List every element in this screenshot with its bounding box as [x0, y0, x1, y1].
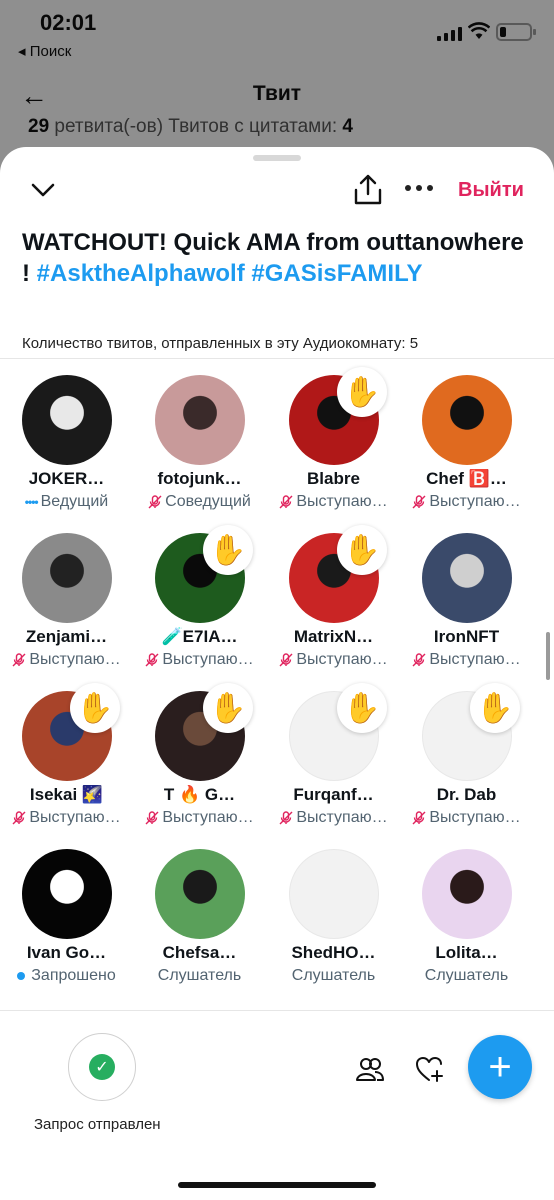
participant-card[interactable]: ✋ Blabre Выступаю…	[267, 367, 400, 525]
participant-card[interactable]: ✋ T 🔥 G… Выступаю…	[133, 683, 266, 841]
participant-card[interactable]: ✋ Dr. Dab Выступаю…	[400, 683, 533, 841]
participant-name: T 🔥 G…	[163, 785, 236, 804]
share-icon[interactable]	[352, 173, 384, 207]
participant-name: IronNFT	[433, 627, 500, 646]
leave-button[interactable]: Выйти	[458, 179, 524, 202]
participant-card[interactable]: ✋ Isekai 🌠 Выступаю…	[0, 683, 133, 841]
avatar[interactable]	[22, 849, 112, 939]
request-sent-button[interactable]: ✓	[68, 1033, 136, 1101]
avatar[interactable]	[22, 375, 112, 465]
participant-name: ShedHO…	[291, 943, 376, 962]
participant-role: •••• Ведущий	[24, 493, 109, 510]
participant-name: Zenjami…	[25, 627, 108, 646]
participant-role: Выступаю…	[0, 651, 133, 669]
space-sheet: Выйти WATCHOUT! Quick AMA from outtanowh…	[0, 147, 554, 1200]
participant-card[interactable]: ✋ Furqanf… Выступаю…	[267, 683, 400, 841]
participant-card[interactable]: IronNFT Выступаю…	[400, 533, 533, 683]
participant-card[interactable]: JOKER… •••• Ведущий	[0, 375, 133, 525]
participant-name: Dr. Dab	[436, 785, 497, 804]
muted-mic-icon	[279, 811, 293, 825]
muted-mic-icon	[12, 653, 26, 667]
requested-dot-icon	[17, 972, 26, 980]
more-options-icon[interactable]	[405, 185, 433, 191]
hashtag-link[interactable]: #AsktheAlphawolf	[37, 260, 245, 287]
people-icon[interactable]	[355, 1055, 385, 1083]
checkmark-icon: ✓	[89, 1054, 115, 1080]
participant-card[interactable]: ShedHO… Слушатель	[267, 849, 400, 999]
raised-hand-icon: ✋	[470, 683, 520, 733]
muted-mic-icon	[412, 495, 426, 509]
participant-role: Выступаю…	[400, 493, 533, 511]
dim-overlay[interactable]	[0, 0, 554, 170]
raised-hand-icon: ✋	[70, 683, 120, 733]
participant-name: Blabre	[307, 469, 360, 488]
avatar[interactable]	[422, 533, 512, 623]
raised-hand-icon: ✋	[203, 683, 253, 733]
participant-card[interactable]: Lolita… Слушатель	[400, 849, 533, 999]
participant-name: fotojunk…	[157, 469, 242, 488]
heart-plus-icon[interactable]	[415, 1055, 445, 1083]
participant-role: Выступаю…	[267, 493, 400, 511]
speaking-indicator-icon: ••••	[24, 495, 39, 509]
participant-role: Запрошено	[0, 967, 133, 985]
compose-button[interactable]: +	[468, 1035, 532, 1099]
muted-mic-icon	[12, 811, 26, 825]
muted-mic-icon	[145, 653, 159, 667]
avatar[interactable]	[422, 849, 512, 939]
muted-mic-icon	[412, 653, 426, 667]
avatar[interactable]	[289, 849, 379, 939]
request-sent-label: Запрос отправлен	[34, 1116, 161, 1133]
participant-role: Слушатель	[291, 967, 376, 984]
participant-card[interactable]: ✋ MatrixN… Выступаю…	[267, 525, 400, 683]
avatar[interactable]	[422, 375, 512, 465]
participant-name: Furqanf…	[293, 785, 374, 804]
scrollbar[interactable]	[546, 632, 550, 680]
participant-role: Выступаю…	[0, 809, 133, 827]
participant-name: Lolita…	[435, 943, 498, 962]
participant-card[interactable]: fotojunk… Соведущий	[133, 375, 266, 525]
participant-name: Ivan Go…	[26, 943, 107, 962]
divider	[0, 1010, 554, 1011]
participant-role: Выступаю…	[133, 809, 266, 827]
participant-role: Соведущий	[133, 493, 266, 511]
muted-mic-icon	[145, 811, 159, 825]
participant-role: Выступаю…	[267, 651, 400, 669]
participant-card[interactable]: Chef 🅱️… Выступаю…	[400, 375, 533, 525]
avatar[interactable]	[22, 533, 112, 623]
participant-card[interactable]: ✋ 🧪E7IA… Выступаю…	[133, 525, 266, 683]
participant-name: Isekai 🌠	[29, 785, 104, 804]
participant-role: Выступаю…	[133, 651, 266, 669]
background-screen: 02:01 ◂ Поиск ← Твит 29 ретвита(-ов) Тви…	[0, 0, 554, 170]
participant-name: 🧪E7IA…	[161, 627, 238, 646]
raised-hand-icon: ✋	[337, 683, 387, 733]
chevron-down-icon[interactable]	[28, 177, 58, 203]
raised-hand-icon: ✋	[337, 367, 387, 417]
home-indicator	[178, 1182, 376, 1188]
raised-hand-icon: ✋	[337, 525, 387, 575]
participant-card[interactable]: Zenjami… Выступаю…	[0, 533, 133, 683]
participant-name: MatrixN…	[293, 627, 374, 646]
divider	[0, 358, 554, 359]
participant-role: Слушатель	[424, 967, 509, 984]
participant-name: JOKER…	[28, 469, 105, 488]
hashtag-link[interactable]: #GASisFAMILY	[251, 260, 422, 287]
participant-role: Выступаю…	[400, 809, 533, 827]
muted-mic-icon	[279, 653, 293, 667]
space-title: WATCHOUT! Quick AMA from outtanowhere ! …	[22, 229, 524, 287]
participant-card[interactable]: Chefsa… Слушатель	[133, 849, 266, 999]
muted-mic-icon	[412, 811, 426, 825]
muted-mic-icon	[279, 495, 293, 509]
sheet-grabber[interactable]	[253, 155, 301, 161]
participant-role: Выступаю…	[267, 809, 400, 827]
raised-hand-icon: ✋	[203, 525, 253, 575]
avatar[interactable]	[155, 849, 245, 939]
muted-mic-icon	[148, 495, 162, 509]
participant-name: Chef 🅱️…	[426, 469, 507, 488]
participant-role: Слушатель	[157, 967, 242, 984]
participant-role: Выступаю…	[400, 651, 533, 669]
tweet-count: Количество твитов, отправленных в эту Ау…	[22, 335, 419, 352]
participant-name: Chefsa…	[162, 943, 237, 962]
avatar[interactable]	[155, 375, 245, 465]
participant-card[interactable]: Ivan Go… Запрошено	[0, 849, 133, 999]
